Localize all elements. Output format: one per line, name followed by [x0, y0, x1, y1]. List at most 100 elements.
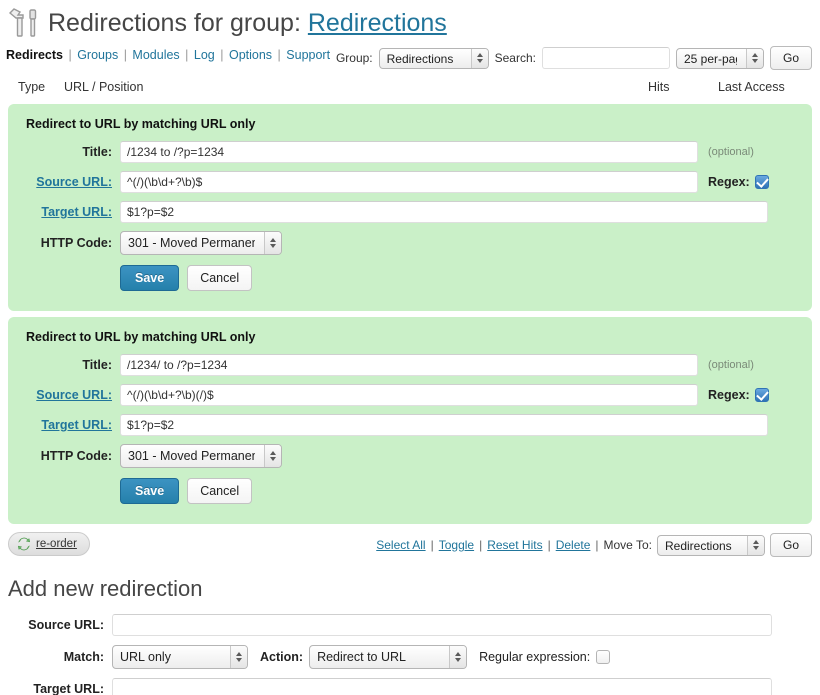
- add-regex-checkbox[interactable]: [596, 650, 610, 664]
- redirect-edit-panel: Redirect to URL by matching URL only Tit…: [8, 317, 812, 524]
- redirection-admin-page: Redirections for group: Redirections Red…: [0, 0, 820, 695]
- nav-item-support[interactable]: Support: [286, 48, 330, 62]
- add-action-select[interactable]: Redirect to URL: [309, 645, 467, 669]
- table-column-headers: Type URL / Position Hits Last Access: [0, 76, 820, 104]
- nav-separator: |: [276, 48, 283, 62]
- panel-title: Redirect to URL by matching URL only: [26, 330, 812, 344]
- cancel-button[interactable]: Cancel: [187, 265, 252, 291]
- add-action-select-wrap[interactable]: Redirect to URL: [309, 645, 467, 669]
- source-url-label-link[interactable]: Source URL:: [36, 388, 112, 402]
- group-filter-select[interactable]: Redirections: [379, 48, 489, 69]
- add-regex-label: Regular expression:: [479, 650, 590, 664]
- add-target-url-input[interactable]: [112, 678, 772, 695]
- source-url-label: Source URL:: [8, 175, 120, 189]
- http-code-select[interactable]: 301 - Moved Permanently: [120, 231, 282, 255]
- bulk-separator: |: [548, 538, 551, 552]
- cancel-button[interactable]: Cancel: [187, 478, 252, 504]
- nav-item-options[interactable]: Options: [229, 48, 272, 62]
- move-to-label: Move To:: [604, 538, 652, 552]
- nav-item-log[interactable]: Log: [194, 48, 215, 62]
- page-title: Redirections for group: Redirections: [48, 8, 447, 38]
- http-code-field-row: HTTP Code: 301 - Moved Permanently: [8, 231, 812, 255]
- regex-checkbox[interactable]: [755, 388, 769, 402]
- move-to-go-button[interactable]: Go: [770, 533, 812, 557]
- title-input[interactable]: [120, 354, 698, 376]
- title-input[interactable]: [120, 141, 698, 163]
- page-header: Redirections for group: Redirections: [0, 0, 820, 40]
- column-header-url-position: URL / Position: [64, 80, 143, 94]
- http-code-select-wrap[interactable]: 301 - Moved Permanently: [120, 444, 282, 468]
- target-url-label: Target URL:: [8, 205, 120, 219]
- title-optional-note: (optional): [708, 146, 754, 158]
- target-url-field-row: Target URL:: [8, 414, 812, 436]
- http-code-select-wrap[interactable]: 301 - Moved Permanently: [120, 231, 282, 255]
- search-go-button[interactable]: Go: [770, 46, 812, 70]
- title-label: Title:: [8, 358, 120, 372]
- http-code-select[interactable]: 301 - Moved Permanently: [120, 444, 282, 468]
- http-code-field-row: HTTP Code: 301 - Moved Permanently: [8, 444, 812, 468]
- group-filter-label: Group:: [336, 51, 373, 65]
- add-match-action-row: Match: URL only Action: Redirect to URL …: [0, 645, 820, 669]
- source-url-label-link[interactable]: Source URL:: [36, 175, 112, 189]
- add-source-url-label: Source URL:: [0, 618, 112, 632]
- group-filter-select-wrap[interactable]: Redirections: [379, 48, 489, 69]
- tools-hammer-screwdriver-icon: [6, 7, 42, 39]
- nav-row: Redirects | Groups | Modules | Log | Opt…: [0, 46, 820, 72]
- save-button[interactable]: Save: [120, 265, 179, 291]
- target-url-label: Target URL:: [8, 418, 120, 432]
- add-match-select-wrap[interactable]: URL only: [112, 645, 248, 669]
- target-url-input[interactable]: [120, 201, 768, 223]
- panel-title: Redirect to URL by matching URL only: [26, 117, 812, 131]
- nav-separator: |: [183, 48, 190, 62]
- source-url-field-row: Source URL: Regex:: [8, 384, 812, 406]
- search-input[interactable]: [542, 47, 670, 69]
- reorder-label: re-order: [36, 538, 77, 550]
- per-page-select[interactable]: 25 per-page: [676, 48, 764, 69]
- nav-separator: |: [66, 48, 73, 62]
- per-page-select-wrap[interactable]: 25 per-page: [676, 48, 764, 69]
- reorder-button[interactable]: re-order: [8, 532, 90, 556]
- target-url-label-link[interactable]: Target URL:: [41, 205, 112, 219]
- add-redirection-heading: Add new redirection: [8, 576, 820, 602]
- page-title-group-link[interactable]: Redirections: [308, 9, 447, 37]
- add-action-label: Action:: [260, 650, 303, 664]
- delete-link[interactable]: Delete: [556, 538, 591, 552]
- column-header-hits: Hits: [648, 80, 670, 94]
- target-url-input[interactable]: [120, 414, 768, 436]
- main-nav: Redirects | Groups | Modules | Log | Opt…: [6, 48, 330, 62]
- list-toolbar: re-order Select All | Toggle | Reset Hit…: [8, 530, 812, 564]
- bulk-separator: |: [479, 538, 482, 552]
- add-target-url-label: Target URL:: [0, 682, 112, 695]
- source-url-input[interactable]: [120, 384, 698, 406]
- regex-label: Regex:: [708, 175, 750, 189]
- nav-item-modules[interactable]: Modules: [132, 48, 179, 62]
- add-source-url-input[interactable]: [112, 614, 772, 636]
- source-url-field-row: Source URL: Regex:: [8, 171, 812, 193]
- panel-button-row: Save Cancel: [8, 263, 812, 291]
- panel-button-row: Save Cancel: [8, 476, 812, 504]
- regex-toggle[interactable]: Regex:: [708, 175, 769, 189]
- toggle-link[interactable]: Toggle: [439, 538, 474, 552]
- reset-hits-link[interactable]: Reset Hits: [487, 538, 542, 552]
- column-header-last-access: Last Access: [718, 80, 785, 94]
- target-url-label-link[interactable]: Target URL:: [41, 418, 112, 432]
- regex-toggle[interactable]: Regex:: [708, 388, 769, 402]
- move-to-select[interactable]: Redirections: [657, 535, 765, 556]
- source-url-input[interactable]: [120, 171, 698, 193]
- search-label: Search:: [495, 51, 536, 65]
- add-source-url-row: Source URL:: [0, 614, 820, 636]
- column-header-type: Type: [18, 80, 45, 94]
- select-all-link[interactable]: Select All: [376, 538, 425, 552]
- save-button[interactable]: Save: [120, 478, 179, 504]
- http-code-label: HTTP Code:: [8, 449, 120, 463]
- redirect-edit-panel: Redirect to URL by matching URL only Tit…: [8, 104, 812, 311]
- add-match-label: Match:: [0, 650, 112, 664]
- nav-item-redirects[interactable]: Redirects: [6, 48, 63, 62]
- page-title-prefix: Redirections for group:: [48, 9, 301, 37]
- target-url-field-row: Target URL:: [8, 201, 812, 223]
- add-match-select[interactable]: URL only: [112, 645, 248, 669]
- regex-checkbox[interactable]: [755, 175, 769, 189]
- nav-item-groups[interactable]: Groups: [77, 48, 118, 62]
- bulk-separator: |: [595, 538, 598, 552]
- move-to-select-wrap[interactable]: Redirections: [657, 535, 765, 556]
